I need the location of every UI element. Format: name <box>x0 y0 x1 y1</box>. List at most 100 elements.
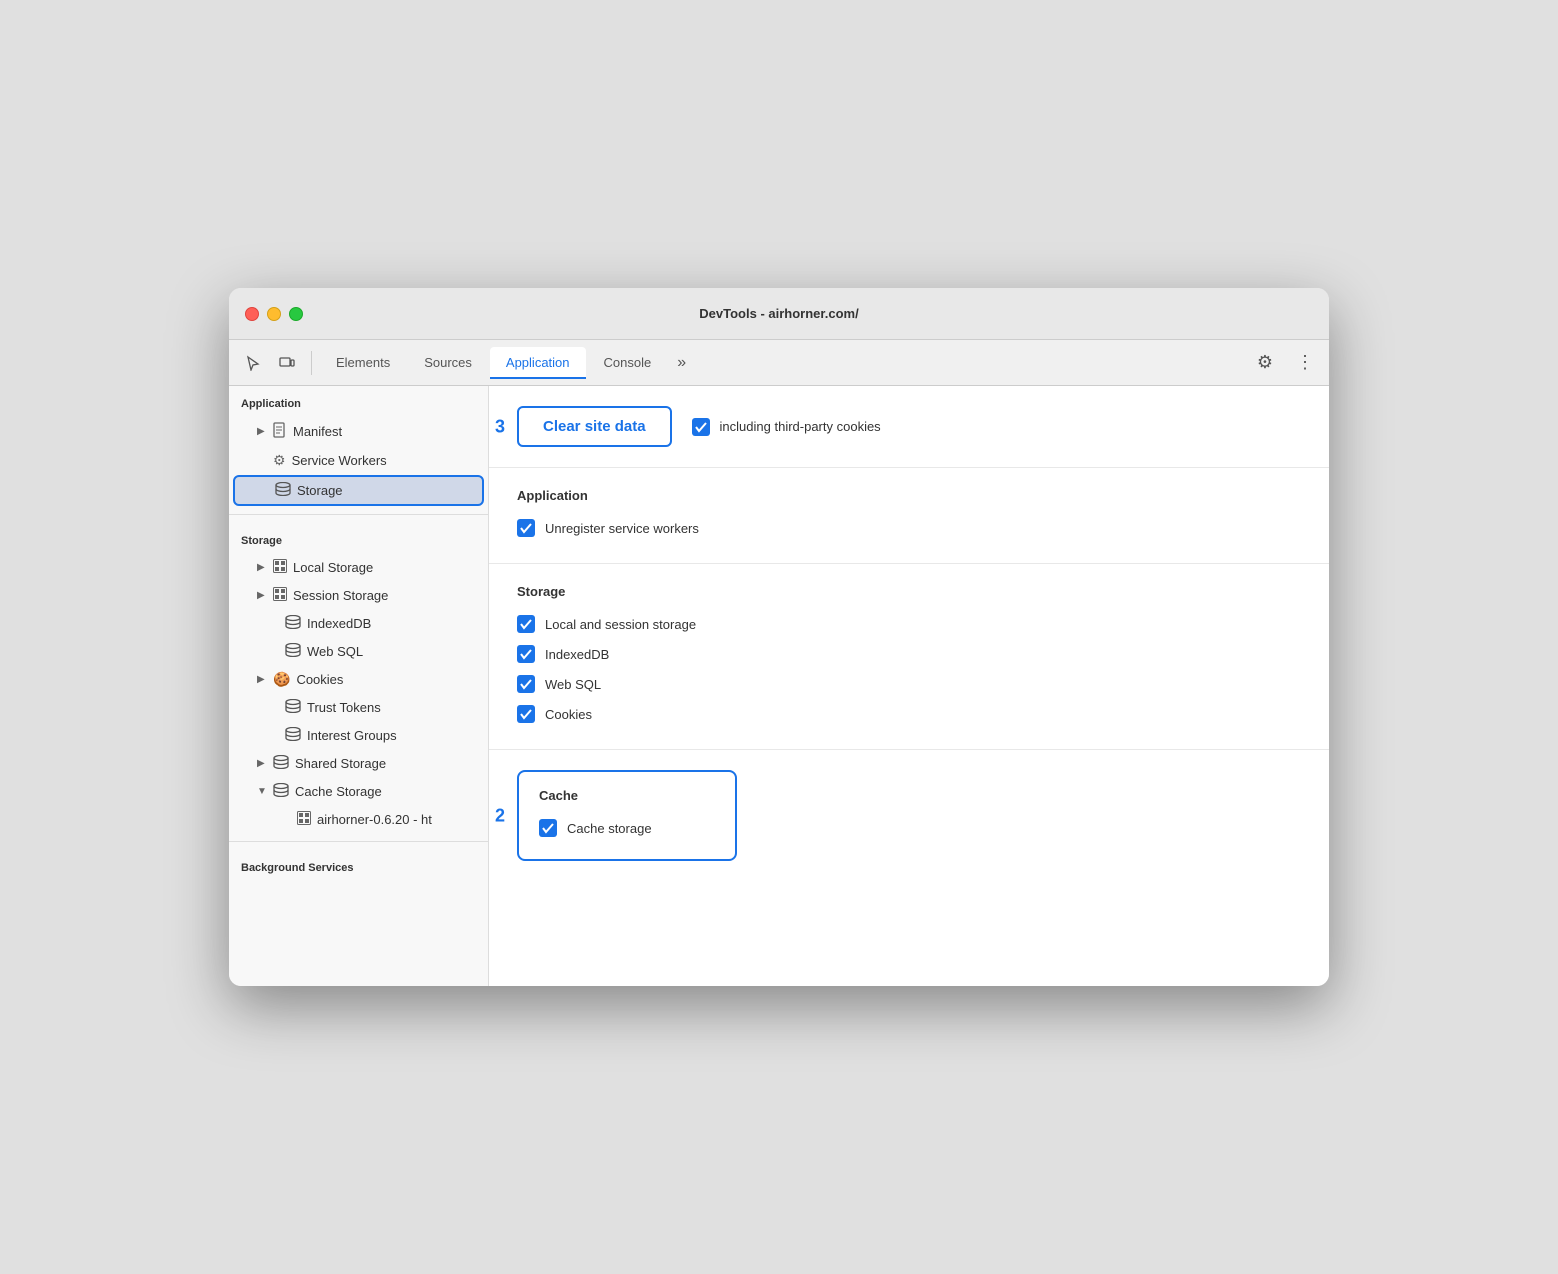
service-workers-icon: ⚙ <box>273 452 286 469</box>
storage-icon <box>275 482 291 499</box>
sidebar-section-application: Application <box>229 386 488 416</box>
tab-divider <box>311 351 312 375</box>
close-button[interactable] <box>245 307 259 321</box>
sidebar-divider-1 <box>229 514 488 515</box>
cache-storage-row: Cache storage <box>539 813 715 843</box>
more-options-icon[interactable]: ⋮ <box>1289 347 1321 379</box>
local-storage-icon <box>273 559 287 576</box>
sidebar: Application ▶ Manifest ▶ ⚙ Serv <box>229 386 489 986</box>
sidebar-item-trust-tokens[interactable]: ▶ Trust Tokens <box>233 694 484 721</box>
expand-cookies-icon: ▶ <box>257 674 267 685</box>
sidebar-item-cookies[interactable]: ▶ 🍪 Cookies <box>233 666 484 693</box>
main-area: Application ▶ Manifest ▶ ⚙ Serv <box>229 386 1329 986</box>
indexed-db-label: IndexedDB <box>307 616 371 631</box>
expand-local-storage-icon: ▶ <box>257 562 267 573</box>
cache-entry-label: airhorner-0.6.20 - ht <box>317 812 432 827</box>
cache-storage-checkbox[interactable] <box>539 819 557 837</box>
trust-tokens-icon <box>285 699 301 716</box>
minimize-button[interactable] <box>267 307 281 321</box>
tab-application[interactable]: Application <box>490 347 586 378</box>
session-storage-icon <box>273 587 287 604</box>
cookies-icon: 🍪 <box>273 671 290 688</box>
sidebar-item-web-sql[interactable]: ▶ Web SQL <box>233 638 484 665</box>
storage-label: Storage <box>297 483 343 498</box>
shared-storage-icon <box>273 755 289 772</box>
web-sql-row: Web SQL <box>517 669 1301 699</box>
sidebar-item-interest-groups[interactable]: ▶ Interest Groups <box>233 722 484 749</box>
expand-session-storage-icon: ▶ <box>257 590 267 601</box>
tab-bar-right: ⚙ ⋮ <box>1249 347 1321 379</box>
tab-console[interactable]: Console <box>588 347 668 378</box>
expand-cache-storage-icon: ▼ <box>257 786 267 797</box>
cookies-checkbox[interactable] <box>517 705 535 723</box>
indexed-db-label-content: IndexedDB <box>545 647 609 662</box>
web-sql-label: Web SQL <box>307 644 363 659</box>
action-row: 3 Clear site data including third-party … <box>489 386 1329 468</box>
sidebar-item-session-storage[interactable]: ▶ Session Storage <box>233 582 484 609</box>
local-session-checkbox[interactable] <box>517 615 535 633</box>
clear-btn-container: 3 Clear site data <box>517 406 672 447</box>
step2-badge: 2 <box>495 805 505 826</box>
maximize-button[interactable] <box>289 307 303 321</box>
cookies-label: Cookies <box>296 672 343 687</box>
web-sql-icon <box>285 643 301 660</box>
devtools-window: DevTools - airhorner.com/ Elements Sourc… <box>229 288 1329 986</box>
indexed-db-icon <box>285 615 301 632</box>
interest-groups-label: Interest Groups <box>307 728 397 743</box>
storage-section: Storage Local and session storage Indexe… <box>489 564 1329 750</box>
tab-bar: Elements Sources Application Console » ⚙… <box>229 340 1329 386</box>
unregister-sw-checkbox[interactable] <box>517 519 535 537</box>
cursor-icon[interactable] <box>237 347 269 379</box>
sidebar-item-indexed-db[interactable]: ▶ IndexedDB <box>233 610 484 637</box>
local-session-row: Local and session storage <box>517 609 1301 639</box>
cache-section-heading: Cache <box>539 788 715 803</box>
cache-box: Cache Cache storage <box>517 770 737 861</box>
cache-storage-label-content: Cache storage <box>567 821 652 836</box>
third-party-cookies-checkbox[interactable] <box>692 418 710 436</box>
sidebar-item-manifest[interactable]: ▶ Manifest <box>233 417 484 446</box>
device-toolbar-icon[interactable] <box>271 347 303 379</box>
expand-shared-storage-icon: ▶ <box>257 758 267 769</box>
third-party-cookies-label: including third-party cookies <box>720 419 881 434</box>
shared-storage-label: Shared Storage <box>295 756 386 771</box>
sidebar-item-storage[interactable]: ▶ Storage <box>233 475 484 506</box>
expand-icon: ▶ <box>257 426 267 437</box>
sidebar-item-cache-entry[interactable]: ▶ airhorner-0.6.20 - ht <box>233 806 484 833</box>
content-panel: 3 Clear site data including third-party … <box>489 386 1329 986</box>
sidebar-section-bg: Background Services <box>229 850 488 880</box>
manifest-label: Manifest <box>293 424 342 439</box>
web-sql-checkbox[interactable] <box>517 675 535 693</box>
storage-section-heading: Storage <box>517 584 1301 599</box>
clear-site-data-button[interactable]: Clear site data <box>517 406 672 447</box>
traffic-lights <box>245 307 303 321</box>
unregister-sw-row: Unregister service workers <box>517 513 1301 543</box>
local-session-label: Local and session storage <box>545 617 696 632</box>
title-bar: DevTools - airhorner.com/ <box>229 288 1329 340</box>
indexed-db-checkbox[interactable] <box>517 645 535 663</box>
sidebar-section-storage: Storage <box>229 523 488 553</box>
third-party-cookies-row: including third-party cookies <box>692 412 881 442</box>
service-workers-label: Service Workers <box>292 453 387 468</box>
more-tabs-button[interactable]: » <box>669 350 694 376</box>
cookies-label-content: Cookies <box>545 707 592 722</box>
tab-elements[interactable]: Elements <box>320 347 406 378</box>
window-title: DevTools - airhorner.com/ <box>245 306 1313 321</box>
sidebar-item-shared-storage[interactable]: ▶ Shared Storage <box>233 750 484 777</box>
sidebar-item-local-storage[interactable]: ▶ Local Storage <box>233 554 484 581</box>
cache-section: 2 Cache Cache storage <box>489 750 1329 881</box>
sidebar-item-cache-storage[interactable]: ▼ Cache Storage <box>233 778 484 805</box>
tab-sources[interactable]: Sources <box>408 347 488 378</box>
cache-entry-icon <box>297 811 311 828</box>
sidebar-item-service-workers[interactable]: ▶ ⚙ Service Workers <box>233 447 484 474</box>
settings-icon[interactable]: ⚙ <box>1249 347 1281 379</box>
session-storage-label: Session Storage <box>293 588 388 603</box>
cookies-row: Cookies <box>517 699 1301 729</box>
manifest-icon <box>273 422 287 441</box>
local-storage-label: Local Storage <box>293 560 373 575</box>
cache-storage-label: Cache Storage <box>295 784 382 799</box>
interest-groups-icon <box>285 727 301 744</box>
cache-storage-icon <box>273 783 289 800</box>
indexed-db-row: IndexedDB <box>517 639 1301 669</box>
web-sql-label-content: Web SQL <box>545 677 601 692</box>
application-section: Application Unregister service workers <box>489 468 1329 564</box>
